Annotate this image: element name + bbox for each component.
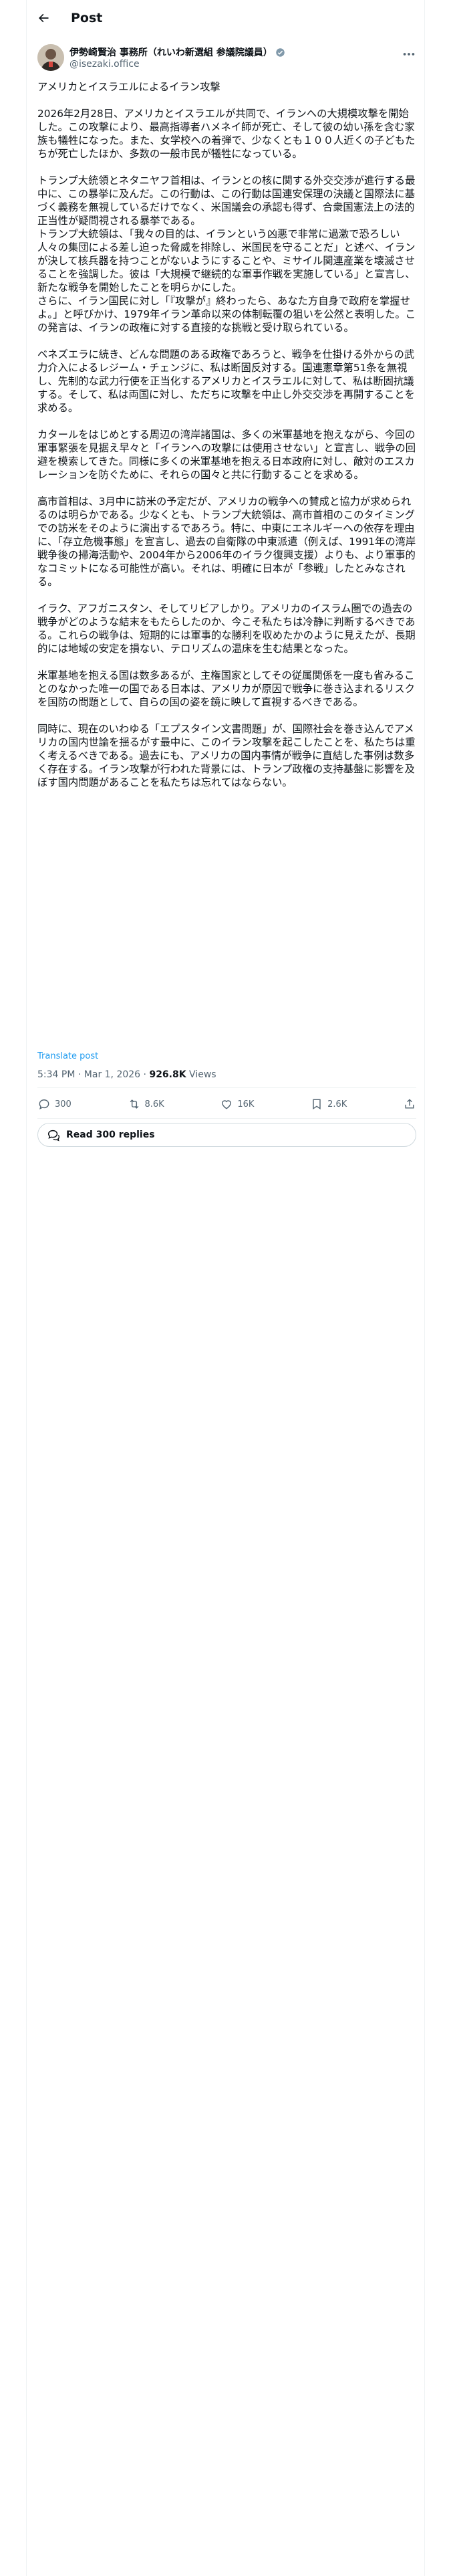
heart-icon xyxy=(222,1100,232,1109)
post-paragraph: イラク、アフガニスタン、そしてリビアしかり。アメリカのイスラム圏での過去の戦争が… xyxy=(37,603,416,655)
more-options-icon[interactable] xyxy=(402,47,416,62)
post-text: アメリカとイスラエルによるイラン攻撃 2026年2月28日、アメリカとイスラエル… xyxy=(37,80,416,802)
column-border-left xyxy=(26,0,27,2576)
action-bar: 300 8.6K 16K 2.6K xyxy=(37,1092,416,1116)
post-meta: 5:34 PM · Mar 1, 2026 · 926.8K Views xyxy=(37,1069,216,1080)
reply-icon xyxy=(39,1099,49,1110)
post-page: Post 伊勢崎賢治 事務所（れいわ新選組 参議院議員） @isezaki.of… xyxy=(0,0,451,2576)
bookmark-button[interactable]: 2.6K xyxy=(310,1097,347,1111)
post-paragraph: トランプ大統領とネタニヤフ首相は、イランとの核に関する外交交渉が進行する最中に、… xyxy=(37,175,416,334)
post-time[interactable]: 5:34 PM xyxy=(37,1069,75,1080)
page-header: Post xyxy=(27,0,424,36)
replies-icon xyxy=(47,1130,60,1142)
meta-separator: · xyxy=(140,1069,150,1080)
author-row: 伊勢崎賢治 事務所（れいわ新選組 参議院議員） @isezaki.office xyxy=(37,44,416,75)
post-paragraph: カタールをはじめとする周辺の湾岸諸国は、多くの米軍基地を抱えながら、今回の軍事緊… xyxy=(37,429,416,481)
divider xyxy=(37,1118,416,1119)
post-paragraph: アメリカとイスラエルによるイラン攻撃 xyxy=(37,81,220,93)
post-paragraph: 米軍基地を抱える国は数多あるが、主権国家としてその従属関係を一度も省みることのな… xyxy=(37,669,415,708)
post-paragraph: ベネズエラに続き、どんな問題のある政権であろうと、戦争を仕掛ける外からの武力介入… xyxy=(37,348,415,414)
column-border-right xyxy=(424,0,425,2576)
repost-icon xyxy=(130,1099,138,1109)
avatar[interactable] xyxy=(37,44,64,71)
meta-separator: · xyxy=(75,1069,84,1080)
post-paragraph: 高市首相は、3月中に訪米の予定だが、アメリカの戦争への賛成と協力が求められるのは… xyxy=(37,496,416,588)
read-replies-label: Read 300 replies xyxy=(66,1130,155,1140)
post-date[interactable]: Mar 1, 2026 xyxy=(84,1069,140,1080)
like-button[interactable]: 16K xyxy=(220,1097,254,1111)
avatar-image xyxy=(37,44,64,71)
post-paragraph: 2026年2月28日、アメリカとイスラエルが共同で、イランへの大規模攻撃を開始し… xyxy=(37,108,416,160)
views-count: 926.8K xyxy=(149,1069,186,1080)
author-name[interactable]: 伊勢崎賢治 事務所（れいわ新選組 参議院議員） xyxy=(69,45,273,59)
verified-badge-icon xyxy=(276,47,285,57)
bookmark-count: 2.6K xyxy=(327,1099,347,1109)
share-button[interactable] xyxy=(403,1097,416,1111)
repost-count: 8.6K xyxy=(144,1099,164,1109)
arrow-left-icon xyxy=(39,13,49,23)
reply-button[interactable]: 300 xyxy=(37,1097,71,1111)
read-replies-button[interactable]: Read 300 replies xyxy=(37,1123,416,1147)
divider xyxy=(37,1087,416,1088)
bookmark-icon xyxy=(313,1099,321,1109)
translate-post-link[interactable]: Translate post xyxy=(37,1051,98,1061)
author-name-line: 伊勢崎賢治 事務所（れいわ新選組 参議院議員） xyxy=(69,45,285,59)
views-label: Views xyxy=(186,1069,216,1080)
post-paragraph: 同時に、現在のいわゆる「エプスタイン文書問題」が、国際社会を巻き込んでアメリカの… xyxy=(37,723,416,788)
repost-button[interactable]: 8.6K xyxy=(128,1097,164,1111)
reply-count: 300 xyxy=(55,1099,71,1109)
share-icon xyxy=(405,1099,414,1109)
back-button[interactable] xyxy=(32,7,55,29)
author-handle[interactable]: @isezaki.office xyxy=(69,59,140,70)
page-title: Post xyxy=(71,11,103,25)
like-count: 16K xyxy=(237,1099,255,1109)
